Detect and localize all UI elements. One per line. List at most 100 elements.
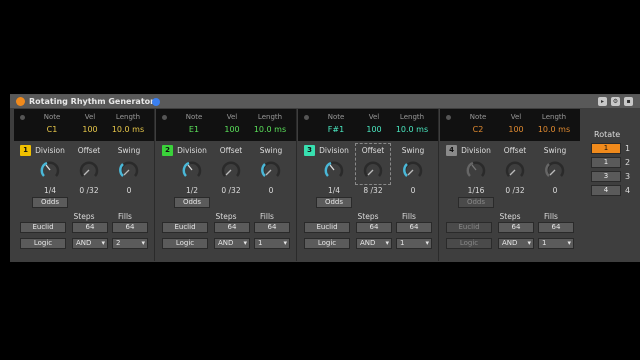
steps-field[interactable]: 64 <box>498 222 534 233</box>
logic-select-value: AND <box>360 239 376 247</box>
panel-divider <box>296 109 297 261</box>
vel-value[interactable]: 100 <box>70 125 110 134</box>
fills-select-value: 1 <box>542 239 547 247</box>
logic-select[interactable]: AND ▾ <box>72 238 108 249</box>
logic-button[interactable]: Logic <box>446 238 492 249</box>
logic-button[interactable]: Logic <box>304 238 350 249</box>
offset-knob[interactable] <box>504 159 526 181</box>
offset-label: Offset <box>219 146 243 155</box>
swing-label: Swing <box>401 146 425 155</box>
rotate-button-2[interactable]: 1 <box>591 157 621 168</box>
header-indicator <box>20 115 25 120</box>
euclid-button[interactable]: Euclid <box>20 222 66 233</box>
note-label: Note <box>43 113 61 121</box>
steps-label: Steps <box>73 212 95 221</box>
panel-number-badge[interactable]: 2 <box>162 145 173 156</box>
odds-button[interactable]: Odds <box>458 197 494 208</box>
length-value[interactable]: 10.0 ms <box>250 125 290 134</box>
note-value[interactable]: C2 <box>458 125 498 134</box>
fills-select-value: 1 <box>258 239 263 247</box>
swing-knob[interactable] <box>118 159 140 181</box>
chevron-down-icon: ▾ <box>141 239 145 247</box>
fills-field[interactable]: 64 <box>254 222 290 233</box>
fills-field[interactable]: 64 <box>538 222 574 233</box>
division-knob[interactable] <box>181 159 203 181</box>
expand-icon[interactable]: ▸ <box>598 97 607 106</box>
offset-knob[interactable] <box>78 159 100 181</box>
offset-knob[interactable] <box>220 159 242 181</box>
vel-value[interactable]: 100 <box>496 125 536 134</box>
logic-button[interactable]: Logic <box>162 238 208 249</box>
note-label: Note <box>469 113 487 121</box>
vel-value[interactable]: 100 <box>212 125 252 134</box>
logic-select-value: AND <box>218 239 234 247</box>
fills-select[interactable]: 1 ▾ <box>254 238 290 249</box>
chevron-down-icon: ▾ <box>425 239 429 247</box>
panel-number-badge[interactable]: 3 <box>304 145 315 156</box>
fills-select[interactable]: 1 ▾ <box>538 238 574 249</box>
steps-field[interactable]: 64 <box>356 222 392 233</box>
fills-label: Fills <box>118 212 132 221</box>
odds-button[interactable]: Odds <box>32 197 68 208</box>
division-label: Division <box>35 146 65 155</box>
euclid-button[interactable]: Euclid <box>162 222 208 233</box>
length-label: Length <box>399 113 425 121</box>
logic-select[interactable]: AND ▾ <box>356 238 392 249</box>
note-value[interactable]: F#1 <box>316 125 356 134</box>
pin-icon[interactable] <box>152 98 160 106</box>
panel-number-badge[interactable]: 1 <box>20 145 31 156</box>
offset-value: 8 /32 <box>363 186 383 195</box>
rhythm-panel-4: Note Vel Length C2 100 10.0 ms 4 Divisio… <box>440 109 581 261</box>
rhythm-panel-1: Note Vel Length C1 100 10.0 ms 1 Divisio… <box>14 109 155 261</box>
logic-select-value: AND <box>502 239 518 247</box>
rhythm-panel-2: Note Vel Length E1 100 10.0 ms 2 Divisio… <box>156 109 297 261</box>
steps-field[interactable]: 64 <box>214 222 250 233</box>
division-label: Division <box>177 146 207 155</box>
logic-select[interactable]: AND ▾ <box>498 238 534 249</box>
device-power-button[interactable] <box>16 97 25 106</box>
rotate-button-4[interactable]: 4 <box>591 185 621 196</box>
swing-knob[interactable] <box>544 159 566 181</box>
fills-field[interactable]: 64 <box>112 222 148 233</box>
vel-label: Vel <box>368 113 380 121</box>
fills-select[interactable]: 1 ▾ <box>396 238 432 249</box>
vel-value[interactable]: 100 <box>354 125 394 134</box>
division-knob[interactable] <box>465 159 487 181</box>
chevron-down-icon: ▾ <box>243 239 247 247</box>
note-value[interactable]: C1 <box>32 125 72 134</box>
division-knob[interactable] <box>39 159 61 181</box>
rhythm-panel-3: Note Vel Length F#1 100 10.0 ms 3 Divisi… <box>298 109 439 261</box>
euclid-button[interactable]: Euclid <box>446 222 492 233</box>
length-value[interactable]: 10.0 ms <box>108 125 148 134</box>
logic-button[interactable]: Logic <box>20 238 66 249</box>
rotate-button-3[interactable]: 3 <box>591 171 621 182</box>
swing-value: 0 <box>410 186 416 195</box>
division-knob[interactable] <box>323 159 345 181</box>
fills-field[interactable]: 64 <box>396 222 432 233</box>
rotate-button-1[interactable]: 1 <box>591 143 621 154</box>
fills-select[interactable]: 2 ▾ <box>112 238 148 249</box>
swing-knob[interactable] <box>402 159 424 181</box>
swing-knob[interactable] <box>260 159 282 181</box>
rotate-number-2: 2 <box>625 158 631 167</box>
euclid-button[interactable]: Euclid <box>304 222 350 233</box>
odds-button[interactable]: Odds <box>316 197 352 208</box>
steps-field[interactable]: 64 <box>72 222 108 233</box>
length-label: Length <box>257 113 283 121</box>
length-value[interactable]: 10.0 ms <box>392 125 432 134</box>
fills-label: Fills <box>260 212 274 221</box>
note-value[interactable]: E1 <box>174 125 214 134</box>
odds-button[interactable]: Odds <box>174 197 210 208</box>
offset-label: Offset <box>77 146 101 155</box>
swing-value: 0 <box>268 186 274 195</box>
save-icon[interactable]: ▪ <box>624 97 633 106</box>
steps-label: Steps <box>499 212 521 221</box>
fills-label: Fills <box>544 212 558 221</box>
chevron-down-icon: ▾ <box>385 239 389 247</box>
length-value[interactable]: 10.0 ms <box>534 125 574 134</box>
logic-select[interactable]: AND ▾ <box>214 238 250 249</box>
header-indicator <box>162 115 167 120</box>
offset-selection-bracket <box>355 143 391 185</box>
settings-icon[interactable]: ⚙ <box>611 97 620 106</box>
panel-number-badge[interactable]: 4 <box>446 145 457 156</box>
